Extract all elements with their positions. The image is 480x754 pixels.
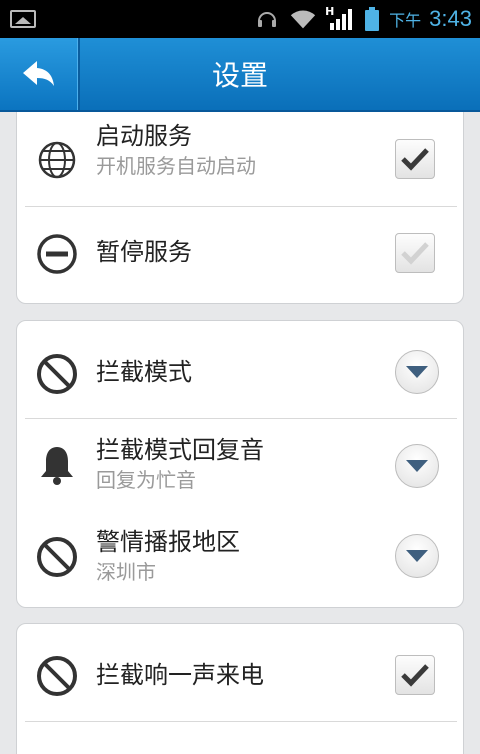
check-icon [401, 664, 429, 687]
back-arrow-icon [23, 61, 54, 86]
signal-icon: H [325, 5, 355, 33]
back-button[interactable] [0, 38, 80, 110]
list-item-alert-region[interactable]: 警情播报地区 深圳市 [17, 515, 465, 607]
minus-circle-icon [35, 232, 79, 276]
image-icon [10, 10, 36, 28]
item-subtitle: 深圳市 [96, 560, 156, 584]
list-item-pause-service[interactable]: 暂停服务 [17, 207, 465, 303]
settings-group-service: 启动服务 开机服务自动启动 暂停服务 [16, 112, 464, 304]
reply-tone-dropdown[interactable] [395, 444, 439, 488]
dropdown-arrow-icon [406, 550, 428, 562]
list-item-intercept-mode[interactable]: 拦截模式 [17, 321, 465, 419]
globe-icon [35, 138, 79, 182]
item-title: 拦截模式回复音 [96, 436, 264, 464]
block-one-ring-checkbox[interactable] [395, 655, 435, 695]
headset-icon [253, 5, 281, 33]
time-prefix: 下午 [389, 11, 422, 30]
list-item-block-one-ring[interactable]: 拦截响一声来电 [17, 624, 465, 722]
title-bar: 设置 [0, 38, 480, 112]
dropdown-arrow-icon [406, 460, 428, 472]
item-title: 拦截模式 [96, 358, 192, 386]
item-title: 拦截响一声来电 [96, 661, 264, 689]
pause-service-checkbox[interactable] [395, 233, 435, 273]
status-bar: H 下午 3:43 [0, 0, 480, 38]
clock: 3:43 [429, 6, 472, 31]
check-icon [401, 148, 429, 171]
divider [25, 721, 457, 722]
settings-list: 启动服务 开机服务自动启动 暂停服务 拦截模式 拦截模式回复音 回复为忙音 警情… [0, 112, 480, 754]
bell-icon [35, 443, 79, 487]
check-icon [401, 242, 429, 265]
block-icon [35, 654, 79, 698]
item-title: 启动服务 [96, 122, 192, 150]
intercept-mode-dropdown[interactable] [395, 350, 439, 394]
wifi-icon [289, 5, 317, 33]
signal-type-label: H [325, 5, 335, 18]
item-subtitle: 回复为忙音 [96, 468, 196, 492]
status-icons: H 下午 3:43 [253, 0, 472, 38]
start-service-checkbox[interactable] [395, 139, 435, 179]
item-title: 暂停服务 [96, 238, 192, 266]
battery-icon [363, 5, 381, 33]
page-title: 设置 [211, 59, 268, 92]
item-title: 警情播报地区 [96, 528, 240, 556]
list-item-start-service[interactable]: 启动服务 开机服务自动启动 [17, 112, 465, 207]
list-item-reply-tone[interactable]: 拦截模式回复音 回复为忙音 [17, 419, 465, 515]
settings-group-intercept: 拦截模式 拦截模式回复音 回复为忙音 警情播报地区 深圳市 [16, 320, 464, 608]
block-icon [35, 535, 79, 579]
item-subtitle: 开机服务自动启动 [96, 154, 256, 178]
alert-region-dropdown[interactable] [395, 534, 439, 578]
dropdown-arrow-icon [406, 366, 428, 378]
block-icon [35, 352, 79, 396]
settings-group-call: 拦截响一声来电 [16, 623, 464, 754]
